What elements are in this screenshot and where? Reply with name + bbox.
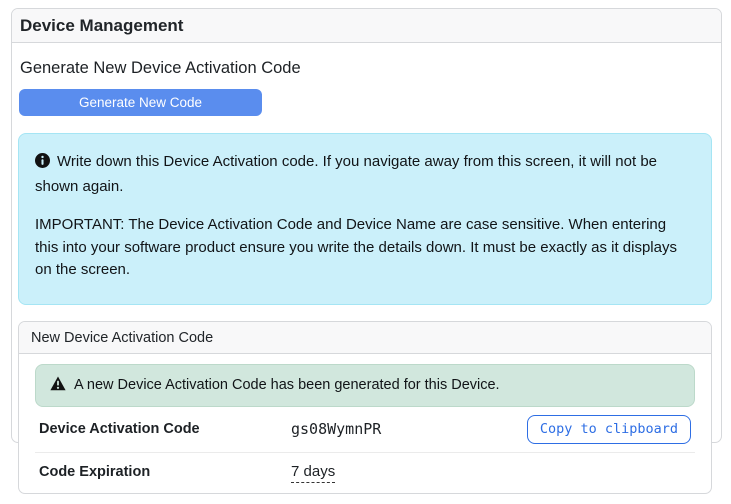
new-device-activation-code-card: New Device Activation Code A new Device …: [18, 320, 712, 494]
device-activation-code-value: gs08WymnPR: [291, 420, 382, 438]
device-activation-code-row: Device Activation Code gs08WymnPR Copy t…: [35, 407, 695, 453]
generate-new-code-button[interactable]: Generate New Code: [19, 89, 262, 116]
device-management-body: Generate New Device Activation Code Gene…: [12, 43, 721, 504]
code-expiration-value: 7 days: [291, 463, 336, 483]
info-alert-line1-wrap: Write down this Device Activation code. …: [35, 151, 695, 198]
info-alert: Write down this Device Activation code. …: [18, 133, 712, 305]
device-activation-code-label: Device Activation Code: [39, 421, 200, 437]
new-code-card-body: A new Device Activation Code has been ge…: [19, 354, 711, 493]
code-expiration-label: Code Expiration: [39, 463, 151, 480]
new-code-card-header: New Device Activation Code: [19, 321, 711, 354]
device-management-card: Device Management Generate New Device Ac…: [11, 8, 722, 494]
generate-section-heading: Generate New Device Activation Code: [20, 59, 301, 77]
success-alert: A new Device Activation Code has been ge…: [35, 363, 695, 407]
info-alert-line2: IMPORTANT: The Device Activation Code an…: [35, 216, 677, 278]
code-expiration-row: Code Expiration 7 days: [35, 453, 695, 493]
info-alert-line1: Write down this Device Activation code. …: [35, 153, 657, 195]
success-alert-text: A new Device Activation Code has been ge…: [74, 377, 500, 393]
info-circle-icon: [35, 153, 50, 172]
warning-triangle-icon: [50, 376, 66, 395]
page-title: Device Management: [12, 9, 721, 43]
copy-to-clipboard-button[interactable]: Copy to clipboard: [526, 414, 691, 444]
